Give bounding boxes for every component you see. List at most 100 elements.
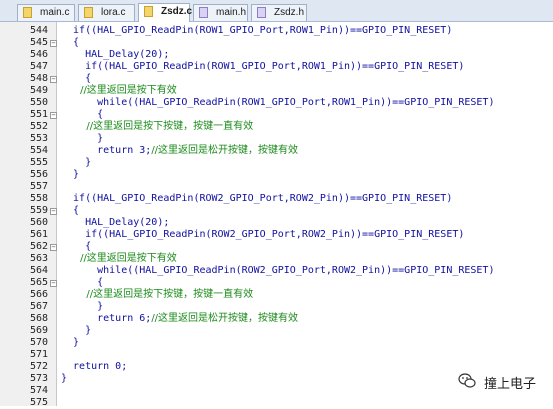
- code-text: return 0;: [61, 361, 128, 372]
- line-number: 572: [29, 361, 48, 372]
- code-line: if((HAL_GPIO_ReadPin(ROW1_GPIO_Port,ROW1…: [61, 61, 464, 73]
- code-text: //这里返回是按下按键，按键一直有效: [61, 121, 254, 132]
- code-text: }: [61, 169, 80, 180]
- line-number: 556: [29, 169, 48, 180]
- code-text: if((HAL_GPIO_ReadPin(ROW1_GPIO_Port,ROW1…: [61, 61, 465, 72]
- code-line: {: [61, 73, 91, 85]
- editor-tab-bar: main.c lora.c Zsdz.c main.h Zsdz.h: [0, 0, 553, 22]
- code-text: }: [61, 157, 92, 168]
- code-text: }: [61, 337, 80, 348]
- code-text: }: [61, 373, 68, 384]
- code-line: return 3;//这里返回是松开按键，按键有效: [61, 145, 298, 157]
- code-text: //这里返回是按下有效: [61, 253, 177, 264]
- line-number: 558: [29, 193, 48, 204]
- code-text: }: [61, 301, 104, 312]
- code-line: }: [61, 337, 79, 349]
- line-number: 570: [29, 337, 48, 348]
- inline-comment: //这里返回是松开按键，按键有效: [151, 145, 299, 156]
- tab-label: lora.c: [101, 7, 126, 18]
- code-line: {: [61, 37, 79, 49]
- line-number: 559: [29, 205, 48, 216]
- tab-label: main.h: [216, 7, 247, 18]
- file-icon: [144, 6, 153, 17]
- line-number: 564: [29, 265, 48, 276]
- line-number: 546: [29, 49, 48, 60]
- line-number: 550: [29, 97, 48, 108]
- line-number: 561: [29, 229, 48, 240]
- code-text: HAL_Delay(20);: [61, 49, 170, 60]
- tab-label: main.c: [40, 7, 70, 18]
- line-number: 549: [29, 85, 48, 96]
- line-number: 553: [29, 133, 48, 144]
- code-text: if((HAL_GPIO_ReadPin(ROW2_GPIO_Port,ROW2…: [61, 193, 453, 204]
- fold-toggle-icon[interactable]: −: [50, 112, 57, 119]
- line-number: 551: [29, 109, 48, 120]
- code-text: {: [61, 73, 92, 84]
- line-number: 574: [29, 385, 48, 396]
- line-number: 562: [29, 241, 48, 252]
- code-line: {: [61, 277, 103, 289]
- code-line: HAL_Delay(20);: [61, 217, 169, 229]
- tab-zsdz-c[interactable]: Zsdz.c: [138, 3, 192, 22]
- code-line: while((HAL_GPIO_ReadPin(ROW1_GPIO_Port,R…: [61, 97, 494, 109]
- code-line: //这里返回是按下按键，按键一直有效: [61, 289, 253, 301]
- code-line: //这里返回是按下有效: [61, 253, 177, 265]
- line-number: 554: [29, 145, 48, 156]
- fold-toggle-icon[interactable]: −: [50, 244, 57, 251]
- code-line: while((HAL_GPIO_ReadPin(ROW2_GPIO_Port,R…: [61, 265, 494, 277]
- code-line: }: [61, 169, 79, 181]
- inline-comment: //这里返回是松开按键，按键有效: [151, 313, 299, 324]
- code-line: return 0;: [61, 361, 127, 373]
- code-text: {: [61, 109, 104, 120]
- tab-main-c[interactable]: main.c: [17, 4, 75, 21]
- code-text: {: [61, 241, 92, 252]
- code-line: }: [61, 157, 91, 169]
- code-line: if((HAL_GPIO_ReadPin(ROW1_GPIO_Port,ROW1…: [61, 25, 452, 37]
- code-text: if((HAL_GPIO_ReadPin(ROW2_GPIO_Port,ROW2…: [61, 229, 465, 240]
- code-text: }: [61, 325, 92, 336]
- line-number: 547: [29, 61, 48, 72]
- code-text: }: [61, 133, 104, 144]
- code-line: }: [61, 133, 103, 145]
- code-text: if((HAL_GPIO_ReadPin(ROW1_GPIO_Port,ROW1…: [61, 25, 453, 36]
- code-text: while((HAL_GPIO_ReadPin(ROW1_GPIO_Port,R…: [61, 97, 495, 108]
- code-line: {: [61, 241, 91, 253]
- code-line: //这里返回是按下有效: [61, 85, 177, 97]
- code-line: }: [61, 301, 103, 313]
- code-text: //这里返回是按下按键，按键一直有效: [61, 289, 254, 300]
- code-text: //这里返回是按下有效: [61, 85, 177, 96]
- tab-lora-c[interactable]: lora.c: [78, 4, 135, 21]
- code-text: {: [61, 205, 80, 216]
- fold-toggle-icon[interactable]: −: [50, 40, 57, 47]
- line-number: 563: [29, 253, 48, 264]
- code-text: {: [61, 277, 104, 288]
- tab-label: Zsdz.h: [274, 7, 305, 18]
- code-line: if((HAL_GPIO_ReadPin(ROW2_GPIO_Port,ROW2…: [61, 193, 452, 205]
- tab-main-h[interactable]: main.h: [193, 4, 248, 21]
- line-number: 555: [29, 157, 48, 168]
- code-line: //这里返回是按下按键，按键一直有效: [61, 121, 253, 133]
- line-number: 573: [29, 373, 48, 384]
- fold-toggle-icon[interactable]: −: [50, 76, 57, 83]
- code-line: if((HAL_GPIO_ReadPin(ROW2_GPIO_Port,ROW2…: [61, 229, 464, 241]
- line-number: 566: [29, 289, 48, 300]
- line-number: 545: [29, 37, 48, 48]
- code-text: HAL_Delay(20);: [61, 217, 170, 228]
- code-line: {: [61, 109, 103, 121]
- code-text: return 6;: [61, 313, 152, 324]
- line-number: 557: [29, 181, 48, 192]
- fold-toggle-icon[interactable]: −: [50, 208, 57, 215]
- line-number-gutter: 544 545−546 547 548−549 550 551−552 553 554 555 5…: [0, 22, 57, 408]
- fold-toggle-icon[interactable]: −: [50, 280, 57, 287]
- line-number: 548: [29, 73, 48, 84]
- line-number: 567: [29, 301, 48, 312]
- code-text: while((HAL_GPIO_ReadPin(ROW2_GPIO_Port,R…: [61, 265, 495, 276]
- line-number: 575: [29, 397, 48, 408]
- line-number: 544: [29, 25, 48, 36]
- code-text: {: [61, 37, 80, 48]
- code-text: return 3;: [61, 145, 152, 156]
- tab-zsdz-h[interactable]: Zsdz.h: [251, 4, 307, 21]
- code-editor[interactable]: if((HAL_GPIO_ReadPin(ROW1_GPIO_Port,ROW1…: [57, 22, 553, 406]
- line-number: 552: [29, 121, 48, 132]
- line-number: 565: [29, 277, 48, 288]
